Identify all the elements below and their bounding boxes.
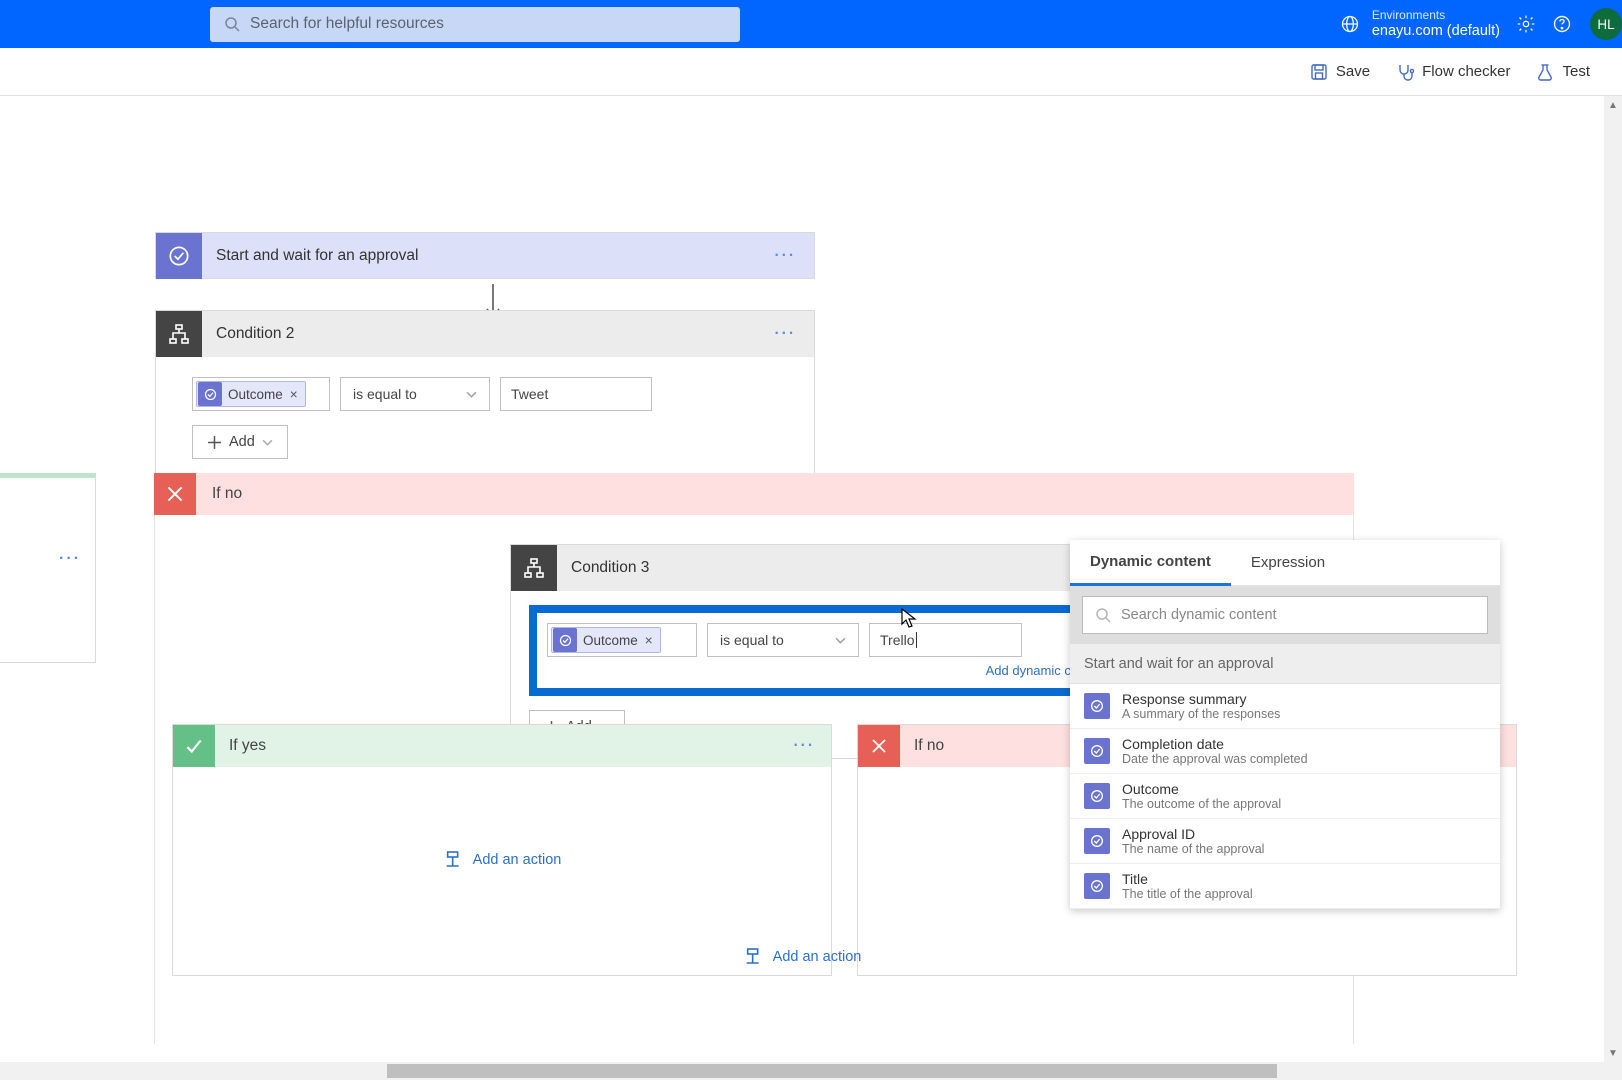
global-search-input[interactable]: Search for helpful resources	[210, 7, 740, 42]
branch-title: If no	[212, 485, 242, 503]
command-bar: Save Flow checker Test	[0, 48, 1622, 96]
condition-value-input[interactable]: Tweet	[500, 377, 652, 411]
add-action-button[interactable]: Add an action	[443, 850, 562, 870]
vertical-scrollbar[interactable]: ▲ ▼	[1604, 96, 1622, 1062]
save-button[interactable]: Save	[1310, 63, 1370, 81]
save-icon	[1310, 63, 1328, 81]
flow-checker-button[interactable]: Flow checker	[1396, 63, 1510, 81]
tab-dynamic-content[interactable]: Dynamic content	[1070, 540, 1231, 586]
token-outcome: Outcome ×	[551, 627, 661, 653]
close-icon	[858, 725, 900, 767]
item-description: The outcome of the approval	[1122, 797, 1281, 811]
approval-token-icon	[553, 628, 577, 652]
step-menu-icon[interactable]: ···	[59, 550, 81, 568]
tab-expression[interactable]: Expression	[1231, 540, 1345, 585]
dynamic-items-list: Response summaryA summary of the respons…	[1070, 684, 1500, 909]
step-menu-icon[interactable]: ···	[775, 247, 797, 265]
scroll-corner	[1604, 1062, 1622, 1080]
help-icon[interactable]	[1552, 14, 1572, 34]
chevron-down-icon	[835, 635, 846, 646]
scroll-down-icon[interactable]: ▼	[1604, 1044, 1622, 1062]
environment-name: enayu.com (default)	[1372, 23, 1500, 40]
item-title: Completion date	[1122, 736, 1308, 752]
step-title: Condition 2	[216, 325, 294, 343]
dynamic-content-item[interactable]: Approval IDThe name of the approval	[1070, 819, 1500, 864]
plus-icon	[207, 435, 222, 450]
step-approval[interactable]: Start and wait for an approval ···	[155, 232, 815, 279]
top-bar: Search for helpful resources Environment…	[0, 0, 1622, 48]
settings-gear-icon[interactable]	[1516, 14, 1536, 34]
dynamic-content-item[interactable]: OutcomeThe outcome of the approval	[1070, 774, 1500, 819]
item-description: Date the approval was completed	[1122, 752, 1308, 766]
dynamic-content-item[interactable]: Completion dateDate the approval was com…	[1070, 729, 1500, 774]
check-icon	[173, 725, 215, 767]
dynamic-content-item[interactable]: TitleThe title of the approval	[1070, 864, 1500, 909]
condition-icon	[156, 311, 202, 357]
add-action-button[interactable]: Add an action	[743, 947, 862, 967]
step-menu-icon[interactable]: ···	[775, 325, 797, 343]
ghost-if-yes-card: ···	[0, 473, 96, 663]
highlighted-row-frame: Outcome × is equal to Trello Add dynamic…	[529, 605, 1151, 696]
user-avatar[interactable]: HL	[1590, 8, 1622, 40]
condition-left-input[interactable]: Outcome ×	[192, 377, 330, 411]
scroll-up-icon[interactable]: ▲	[1604, 96, 1622, 114]
item-title: Approval ID	[1122, 826, 1264, 842]
approval-token-icon	[198, 382, 222, 406]
add-action-icon	[743, 947, 763, 967]
approval-token-icon	[1084, 738, 1110, 764]
branch-if-no-header[interactable]: If no	[154, 473, 1354, 515]
step-menu-icon[interactable]: ···	[794, 737, 816, 755]
dynamic-content-panel: Dynamic content Expression Search dynami…	[1070, 540, 1500, 909]
item-description: The name of the approval	[1122, 842, 1264, 856]
step-condition2[interactable]: Condition 2 ··· Outcome × is equal to Tw…	[155, 310, 815, 476]
search-icon	[224, 16, 240, 32]
token-outcome: Outcome ×	[196, 381, 306, 407]
add-dynamic-content-link[interactable]: Add dynamic content +	[547, 663, 1131, 678]
condition-value-input[interactable]: Trello	[869, 623, 1022, 657]
item-title: Title	[1122, 871, 1253, 887]
scrollbar-thumb[interactable]	[387, 1064, 1277, 1078]
item-title: Outcome	[1122, 781, 1281, 797]
add-condition-button[interactable]: Add	[192, 425, 288, 459]
condition-left-input[interactable]: Outcome ×	[547, 623, 697, 657]
environment-label: Environments	[1372, 9, 1500, 23]
item-description: A summary of the responses	[1122, 707, 1280, 721]
approval-token-icon	[1084, 828, 1110, 854]
global-search-placeholder: Search for helpful resources	[250, 15, 444, 33]
remove-token-icon[interactable]: ×	[283, 387, 305, 402]
chevron-down-icon	[466, 389, 477, 400]
chevron-down-icon	[262, 437, 273, 448]
dynamic-content-search-input[interactable]: Search dynamic content	[1082, 596, 1488, 634]
environment-picker[interactable]: Environments enayu.com (default)	[1340, 9, 1500, 39]
close-icon	[154, 473, 196, 515]
item-title: Response summary	[1122, 691, 1280, 707]
step-title: Start and wait for an approval	[216, 247, 418, 265]
condition-icon	[511, 545, 557, 591]
search-icon	[1095, 607, 1111, 623]
add-action-icon	[443, 850, 463, 870]
globe-icon	[1340, 14, 1360, 34]
dynamic-content-item[interactable]: Response summaryA summary of the respons…	[1070, 684, 1500, 729]
condition-operator-select[interactable]: is equal to	[340, 377, 490, 411]
approval-token-icon	[1084, 693, 1110, 719]
branch-title: If no	[914, 737, 944, 755]
approval-icon	[156, 233, 202, 279]
condition-operator-select[interactable]: is equal to	[707, 623, 859, 657]
flask-icon	[1536, 63, 1554, 81]
stethoscope-icon	[1396, 63, 1414, 81]
nested-if-yes[interactable]: If yes ··· Add an action	[172, 724, 832, 976]
remove-token-icon[interactable]: ×	[638, 633, 660, 648]
dynamic-group-header: Start and wait for an approval	[1070, 644, 1500, 684]
branch-title: If yes	[229, 737, 266, 755]
approval-token-icon	[1084, 873, 1110, 899]
horizontal-scrollbar[interactable]	[0, 1062, 1604, 1080]
step-title: Condition 3	[571, 559, 649, 577]
mouse-cursor-icon	[900, 607, 918, 629]
approval-token-icon	[1084, 783, 1110, 809]
item-description: The title of the approval	[1122, 887, 1253, 901]
test-button[interactable]: Test	[1536, 63, 1590, 81]
